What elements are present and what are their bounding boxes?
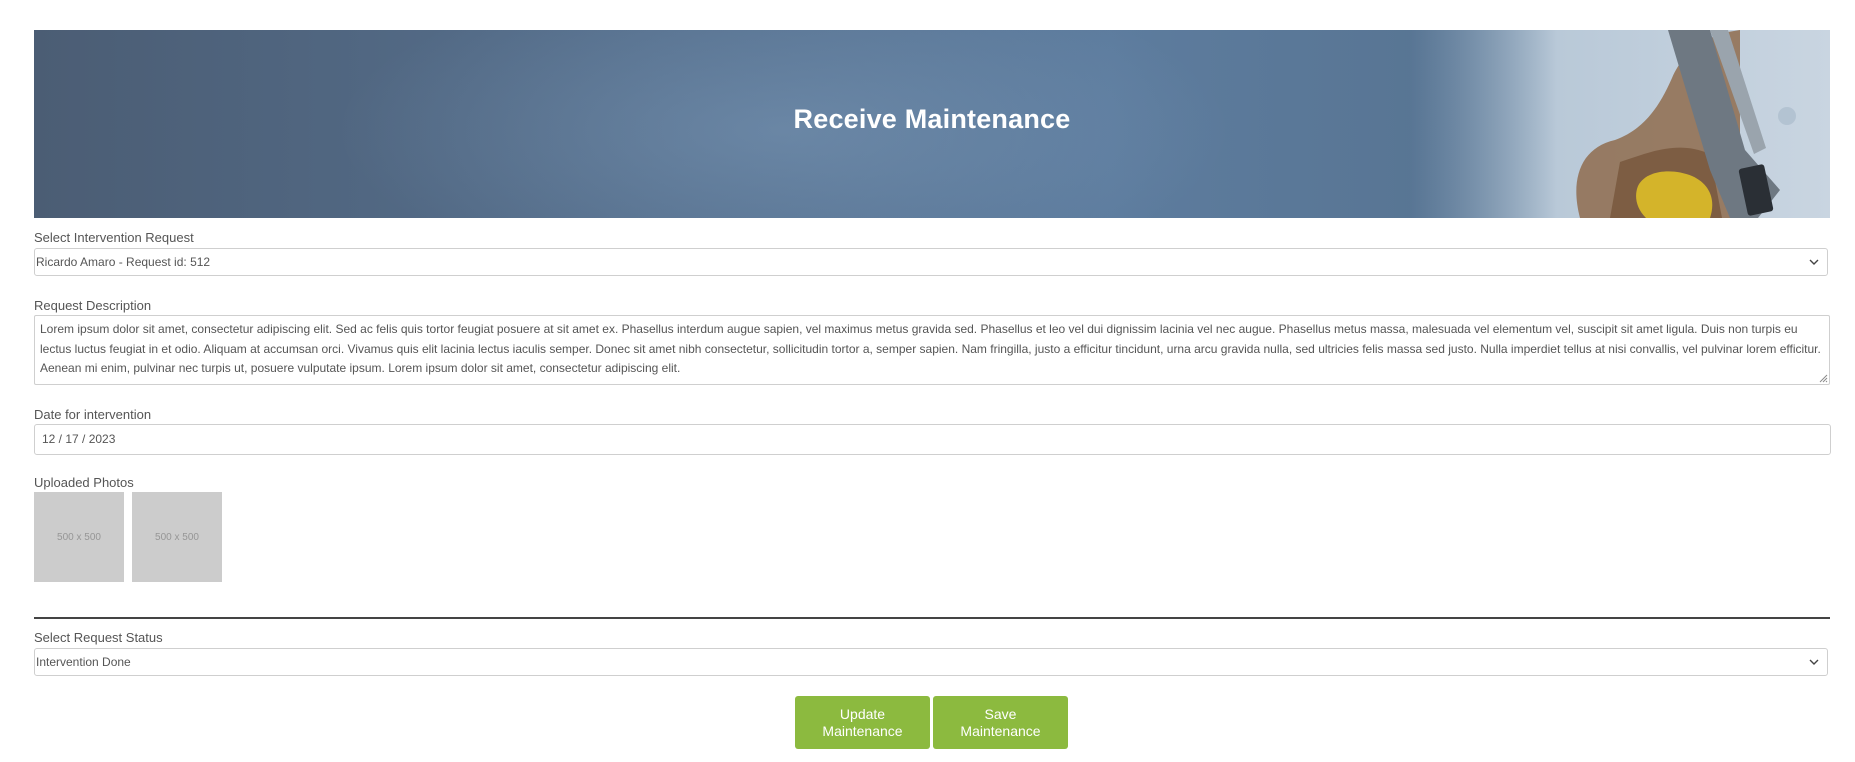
update-maintenance-button[interactable]: Update Maintenance xyxy=(795,696,930,749)
request-description-label: Request Description xyxy=(34,298,152,313)
date-intervention-input[interactable]: 12 / 17 / 2023 xyxy=(34,424,1831,455)
request-status-select[interactable]: Intervention Done xyxy=(34,648,1828,676)
request-description-text: Lorem ipsum dolor sit amet, consectetur … xyxy=(40,322,1821,375)
chevron-down-icon xyxy=(1809,259,1819,265)
maintenance-page: Receive Maintenance Select Intervention … xyxy=(0,0,1855,762)
intervention-request-label: Select Intervention Request xyxy=(34,230,194,245)
photo-thumbnail[interactable]: 500 x 500 xyxy=(132,492,222,582)
request-status-label: Select Request Status xyxy=(34,630,163,645)
request-description-textarea[interactable]: Lorem ipsum dolor sit amet, consectetur … xyxy=(34,315,1830,385)
hero-banner: Receive Maintenance xyxy=(34,30,1830,218)
photo-placeholder-text: 500 x 500 xyxy=(57,531,101,543)
uploaded-photos-label: Uploaded Photos xyxy=(34,475,134,490)
date-intervention-label: Date for intervention xyxy=(34,407,152,422)
photo-thumbnail[interactable]: 500 x 500 xyxy=(34,492,124,582)
resize-grip-icon[interactable] xyxy=(1818,373,1828,383)
photo-placeholder-text: 500 x 500 xyxy=(155,531,199,543)
save-maintenance-button[interactable]: Save Maintenance xyxy=(933,696,1068,749)
date-intervention-value: 12 / 17 / 2023 xyxy=(42,432,116,446)
intervention-request-select[interactable]: Ricardo Amaro - Request id: 512 xyxy=(34,248,1828,276)
intervention-request-value: Ricardo Amaro - Request id: 512 xyxy=(36,255,211,269)
request-status-value: Intervention Done xyxy=(36,655,131,669)
section-divider xyxy=(34,617,1830,619)
chevron-down-icon xyxy=(1809,659,1819,665)
page-title: Receive Maintenance xyxy=(793,104,1071,134)
